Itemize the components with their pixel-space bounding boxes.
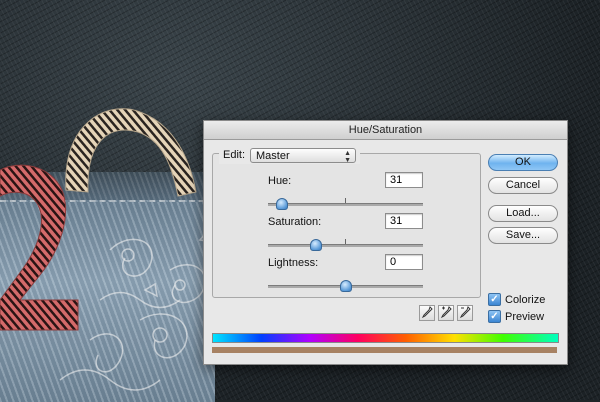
- eyedropper-plus-icon[interactable]: [438, 305, 454, 321]
- preview-label: Preview: [505, 310, 545, 323]
- save-button[interactable]: Save...: [488, 227, 558, 244]
- preview-option[interactable]: ✓ Preview: [488, 310, 544, 323]
- load-button[interactable]: Load...: [488, 205, 558, 222]
- cancel-button[interactable]: Cancel: [488, 177, 558, 194]
- saturation-slider-thumb[interactable]: [310, 239, 322, 251]
- striped-letter-beige: [65, 108, 197, 197]
- saturation-slider-track[interactable]: [268, 244, 423, 247]
- saturation-label: Saturation:: [268, 216, 322, 228]
- edit-channel-value: Master: [256, 149, 290, 162]
- hue-input[interactable]: 31: [385, 172, 423, 188]
- lightness-label: Lightness:: [268, 257, 319, 269]
- preview-checkbox[interactable]: ✓: [488, 310, 501, 323]
- eyedropper-minus-icon[interactable]: [457, 305, 473, 321]
- eyedropper-icon[interactable]: [419, 305, 435, 321]
- lightness-input[interactable]: 0: [385, 254, 423, 270]
- colorize-checkbox[interactable]: ✓: [488, 293, 501, 306]
- hue-saturation-dialog: Hue/Saturation Edit: Master ▲ ▼ Hue: 31 S…: [203, 120, 568, 365]
- colorize-label: Colorize: [505, 293, 546, 306]
- edit-row: Edit: Master ▲ ▼: [219, 146, 361, 164]
- hue-spectrum-bar: [212, 333, 559, 343]
- lightness-slider-thumb[interactable]: [340, 280, 352, 292]
- saturation-center-tick: [345, 239, 346, 244]
- ok-button[interactable]: OK: [488, 154, 558, 171]
- edit-channel-select[interactable]: Master ▲ ▼: [250, 147, 357, 164]
- adjustments-group: Edit: Master ▲ ▼ Hue: 31 Saturation: 31 L…: [212, 146, 481, 298]
- result-color-bar: [212, 347, 557, 353]
- colorize-option[interactable]: ✓ Colorize: [488, 293, 545, 306]
- dialog-title: Hue/Saturation: [204, 121, 567, 140]
- floral-swirls: [59, 228, 214, 391]
- select-arrows-icon: ▲ ▼: [344, 149, 352, 164]
- saturation-input[interactable]: 31: [385, 213, 423, 229]
- edit-label: Edit:: [223, 149, 246, 161]
- hue-slider-track[interactable]: [268, 203, 423, 206]
- hue-center-tick: [345, 198, 346, 203]
- hue-label: Hue:: [268, 175, 292, 187]
- hue-slider-thumb[interactable]: [276, 198, 288, 210]
